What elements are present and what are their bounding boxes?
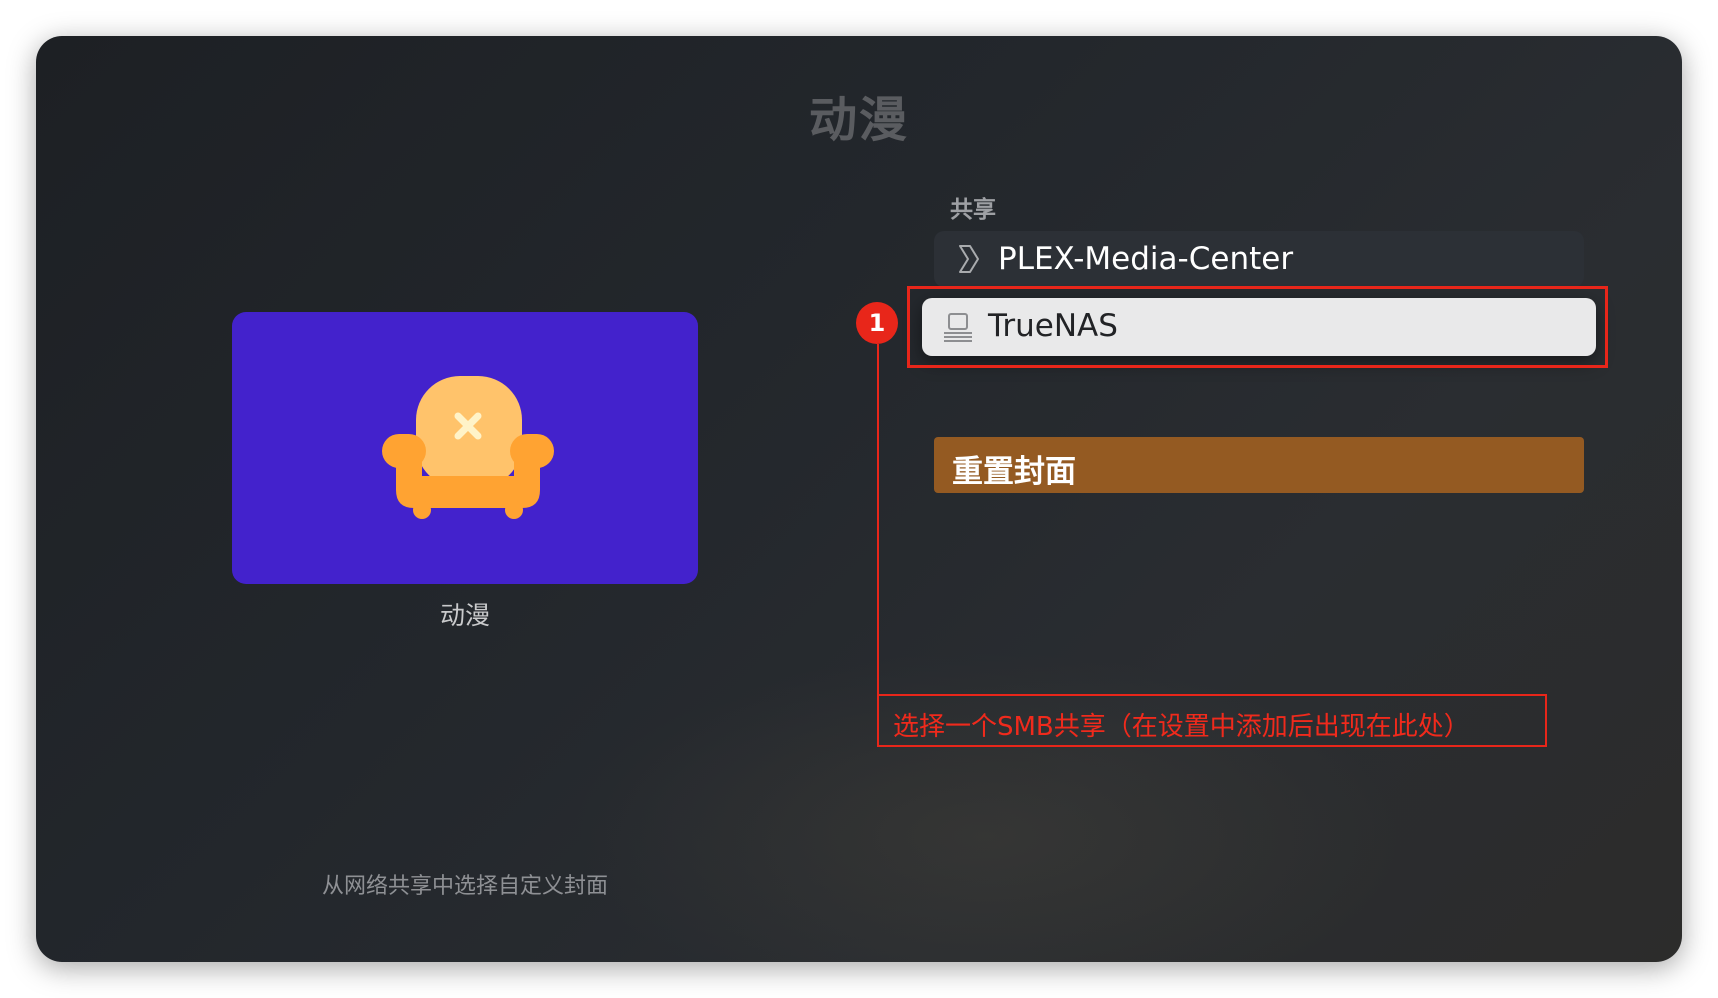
share-item-label: PLEX-Media-Center [998, 241, 1294, 277]
cover-label: 动漫 [439, 601, 490, 630]
armchair-icon [382, 376, 554, 519]
page-title: 动漫 [808, 92, 909, 148]
reset-cover-label: 重置封面 [952, 454, 1076, 490]
annotation-callout-text: 选择一个SMB共享（在设置中添加后出现在此处） [893, 712, 1470, 742]
chevron-right-icon [959, 245, 979, 273]
background-glow [536, 636, 1436, 962]
annotation-step-badge: 1 [856, 302, 898, 344]
annotation-connector-line [877, 344, 879, 694]
annotation-highlight-box [907, 286, 1608, 368]
shares-section-label: 共享 [950, 197, 996, 223]
cover-preview[interactable] [232, 312, 698, 584]
footer-hint: 从网络共享中选择自定义封面 [321, 874, 608, 899]
annotation-callout: 选择一个SMB共享（在设置中添加后出现在此处） [877, 694, 1547, 747]
reset-cover-button[interactable]: 重置封面 [934, 437, 1584, 493]
share-item-plex-media-center[interactable]: PLEX-Media-Center [934, 231, 1584, 287]
